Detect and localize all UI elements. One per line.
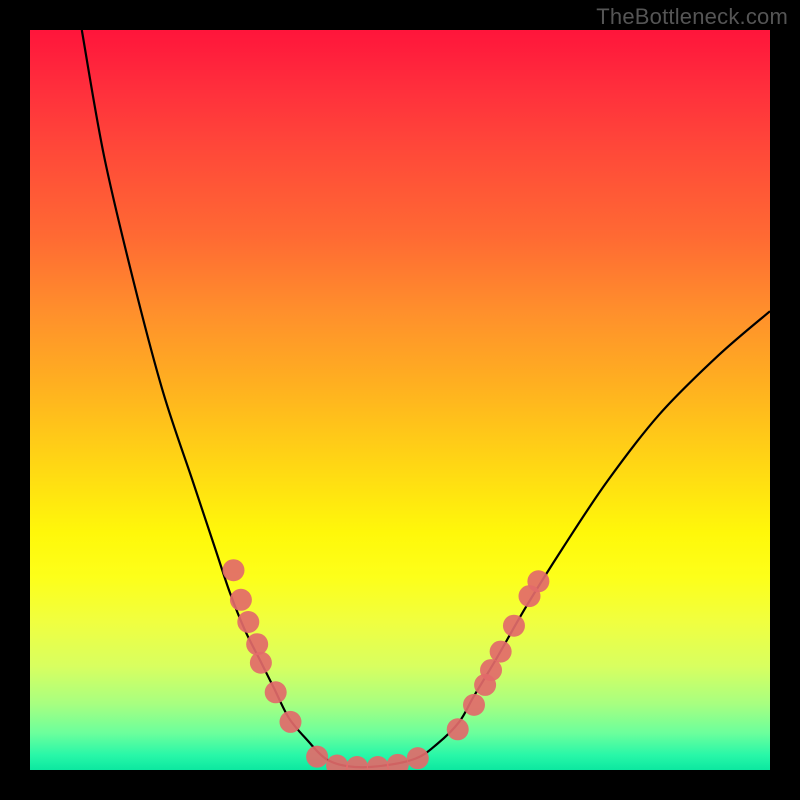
data-point-markers (223, 559, 550, 770)
data-point (346, 756, 368, 770)
data-point (407, 747, 429, 769)
data-point (306, 746, 328, 768)
data-point (279, 711, 301, 733)
data-point (463, 694, 485, 716)
plot-area (30, 30, 770, 770)
watermark-text: TheBottleneck.com (596, 4, 788, 30)
chart-frame: TheBottleneck.com (0, 0, 800, 800)
data-point (490, 641, 512, 663)
data-point (367, 756, 389, 770)
data-point (246, 633, 268, 655)
data-point (250, 652, 272, 674)
data-point (237, 611, 259, 633)
data-point (230, 589, 252, 611)
bottleneck-curve-path (82, 30, 770, 767)
curve-line (82, 30, 770, 767)
data-point (326, 755, 348, 770)
data-point (447, 718, 469, 740)
data-point (527, 570, 549, 592)
chart-svg (30, 30, 770, 770)
data-point (387, 754, 409, 770)
data-point (223, 559, 245, 581)
data-point (503, 615, 525, 637)
data-point (265, 681, 287, 703)
